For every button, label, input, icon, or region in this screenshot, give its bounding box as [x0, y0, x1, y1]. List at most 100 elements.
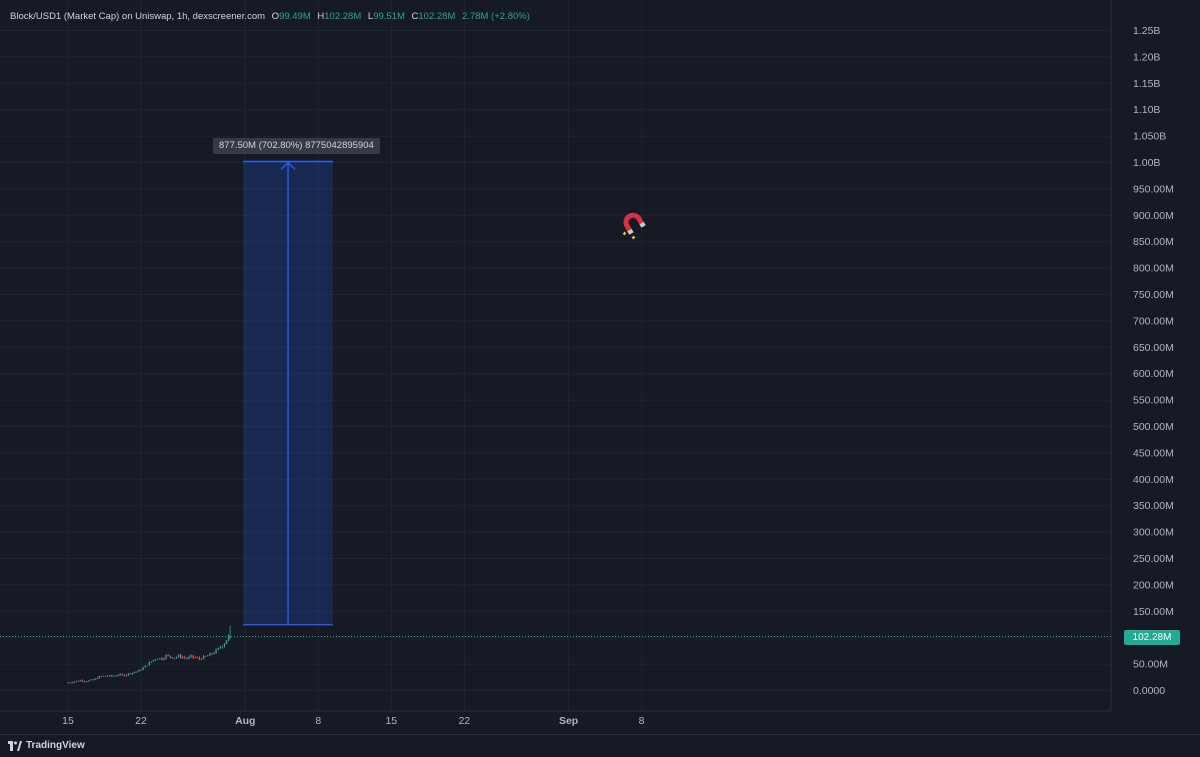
legend-change: 2.78M (+2.80%) [462, 11, 530, 22]
candle-body [75, 680, 78, 682]
candle-body [219, 647, 221, 649]
tradingview-logo[interactable]: TradingView [8, 740, 85, 751]
price-tick-label: 600.00M [1133, 368, 1174, 380]
time-tick-label: 8 [315, 715, 321, 727]
candle-body [177, 655, 180, 658]
candle-body [121, 674, 123, 675]
candle-body [117, 675, 119, 676]
current-price-tag: 102.28M [1124, 630, 1180, 645]
chart-root[interactable]: 0.0000 50.00M 150.00M 200.00M 250.00M 300.00M… [0, 0, 1200, 757]
candle-body [129, 673, 132, 675]
price-tick-label: 250.00M [1133, 553, 1174, 565]
tradingview-logo-icon [8, 740, 22, 751]
price-tick-label: 750.00M [1133, 289, 1174, 301]
price-tick-label: 1.15B [1133, 78, 1160, 90]
candle-body [202, 655, 205, 660]
legend-low-value: 99.51M [373, 11, 405, 22]
legend-close-value: 102.28M [418, 11, 456, 22]
candle-body [213, 653, 215, 654]
candle-body [131, 672, 134, 674]
candle-body [186, 657, 188, 659]
candle-body [115, 675, 117, 677]
candle-body [86, 681, 88, 683]
candle-body [150, 661, 153, 663]
candle-body [175, 657, 178, 659]
candle-body [144, 665, 146, 668]
candle-body [217, 647, 219, 650]
candle-body [184, 657, 186, 659]
candle-body [207, 655, 209, 657]
candle-body [100, 676, 103, 677]
price-tick-label: 1.20B [1133, 51, 1160, 63]
legend-title: Block/USD1 (Market Cap) on Uniswap, 1h, … [10, 11, 266, 22]
candle-body [148, 662, 151, 666]
legend-open-value: 99.49M [279, 11, 311, 22]
candle-body [119, 674, 121, 676]
candle-body [209, 653, 211, 656]
candle-body [79, 680, 82, 682]
price-tick-label: 50.00M [1133, 659, 1168, 671]
candle-body [94, 678, 96, 680]
candle-body [161, 657, 163, 660]
price-tick-label: 850.00M [1133, 236, 1174, 248]
candle-body [179, 655, 182, 658]
candle-body [169, 655, 171, 658]
candle-body [140, 669, 142, 671]
candle-body [113, 675, 115, 677]
candle-body [223, 643, 226, 647]
candle-body [73, 681, 75, 683]
chart-canvas[interactable]: 0.0000 50.00M 150.00M 200.00M 250.00M 300.00M… [0, 0, 1200, 756]
candle-body [190, 655, 192, 657]
price-tick-label: 1.25B [1133, 25, 1160, 37]
candle-body [221, 646, 224, 648]
price-tick-label: 1.00B [1133, 157, 1160, 169]
legend-high-value: 102.28M [324, 11, 362, 22]
price-tick-label: 450.00M [1133, 447, 1174, 459]
candle-body [77, 680, 80, 682]
candle-body [200, 658, 203, 660]
price-tick-label: 1.050B [1133, 131, 1166, 143]
candle-body [215, 649, 217, 654]
time-tick-label: 22 [458, 715, 470, 727]
candle-body [67, 682, 69, 684]
candle-body [229, 636, 231, 638]
candle-body [90, 679, 92, 681]
candle-body [171, 657, 173, 659]
price-tick-label: 550.00M [1133, 395, 1174, 407]
magnet-icon[interactable] [618, 208, 650, 240]
candle-body [198, 657, 201, 659]
measure-label: 877.50M (702.80%) 8775042895904 [213, 138, 380, 154]
time-axis[interactable]: 15 22 Aug 8 15 22 Sep 8 [62, 715, 644, 727]
candle-body [156, 658, 159, 660]
price-tick-label: 700.00M [1133, 315, 1174, 327]
candle-body [71, 682, 73, 684]
time-tick-label: Sep [559, 715, 578, 727]
candle-body [159, 657, 161, 659]
candle-body [69, 682, 71, 684]
candle-body [142, 667, 144, 670]
price-tick-label: 650.00M [1133, 342, 1174, 354]
price-tick-label: 200.00M [1133, 579, 1174, 591]
candle-body [138, 669, 140, 672]
price-tick-label: 150.00M [1133, 606, 1174, 618]
legend-open-key: O [271, 11, 280, 22]
candle-body [104, 675, 107, 677]
price-tick-label: 500.00M [1133, 421, 1174, 433]
candle-body [125, 674, 128, 676]
candle-body [204, 655, 207, 657]
candle-body [192, 655, 194, 658]
candle-body [225, 639, 228, 644]
price-axis[interactable]: 0.0000 50.00M 150.00M 200.00M 250.00M 300.00M… [1133, 25, 1174, 697]
candle-body [196, 657, 199, 659]
time-tick-label: 15 [62, 715, 74, 727]
measure-tool[interactable] [243, 160, 333, 626]
candle-body [92, 679, 94, 681]
time-tick-label: Aug [235, 715, 255, 727]
candle-body [127, 673, 130, 675]
candle-body [109, 675, 111, 677]
candle-body [81, 680, 84, 682]
candle-body [154, 659, 157, 661]
candle-body [211, 653, 213, 655]
price-tick-label: 950.00M [1133, 183, 1174, 195]
time-tick-label: 15 [385, 715, 397, 727]
